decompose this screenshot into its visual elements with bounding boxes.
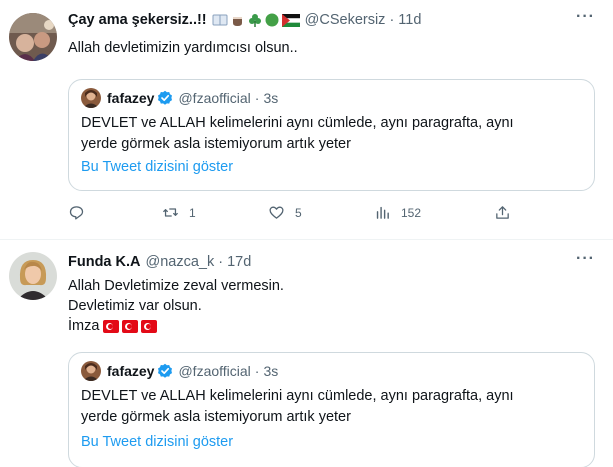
- more-options-button[interactable]: ···: [576, 250, 595, 268]
- author-name[interactable]: Funda K.A: [68, 254, 141, 270]
- quoted-avatar: [81, 88, 101, 108]
- reply-icon: [69, 206, 84, 220]
- tweet[interactable]: Funda K.A @nazca_k · 17d ··· Allah Devle…: [0, 241, 613, 467]
- verified-badge-icon: [157, 90, 173, 106]
- tweet[interactable]: Çay ama şekersiz..!! @CSekersiz · 11d ··…: [0, 0, 613, 240]
- turkey-flag-emoji: [122, 319, 139, 333]
- tweet-text: Allah Devletimize zeval vermesin. Devlet…: [68, 276, 284, 336]
- quoted-author-name: fafazey: [107, 363, 155, 379]
- green-circle-emoji: [265, 13, 279, 27]
- share-icon: [496, 206, 509, 219]
- turkey-flag-emoji: [141, 319, 158, 333]
- tweet-text-line-signature: İmza: [68, 316, 284, 336]
- quoted-avatar: [81, 361, 101, 381]
- palestine-flag-emoji: [281, 13, 300, 27]
- separator-dot: ·: [254, 363, 260, 379]
- quoted-author-handle: @fzaofficial: [178, 90, 251, 106]
- avatar[interactable]: [9, 252, 57, 300]
- quoted-text-line: DEVLET ve ALLAH kelimelerini aynı cümled…: [81, 388, 514, 404]
- quoted-timestamp: 3s: [263, 363, 279, 379]
- views-chart-icon: [376, 206, 389, 219]
- quoted-tweet[interactable]: fafazey @fzaofficial · 3s DEVLET ve ALLA…: [68, 79, 595, 191]
- separator-dot: ·: [218, 254, 224, 270]
- views-count: 152: [401, 205, 422, 220]
- like-button[interactable]: 5: [268, 204, 302, 221]
- separator-dot: ·: [389, 12, 395, 28]
- tweet-text-line: Allah devletimizin yardımcısı olsun..: [68, 40, 298, 56]
- author-handle[interactable]: @nazca_k: [146, 254, 215, 270]
- reply-button[interactable]: [68, 204, 95, 221]
- timestamp[interactable]: 11d: [398, 12, 421, 28]
- timestamp[interactable]: 17d: [227, 254, 251, 270]
- quoted-text-line: yerde görmek asla istemiyorum artık yete…: [81, 408, 351, 425]
- author-emoji-strip: [212, 13, 300, 27]
- more-options-button[interactable]: ···: [576, 8, 595, 26]
- quoted-tweet-text: DEVLET ve ALLAH kelimelerini aynı cümled…: [81, 113, 514, 154]
- quoted-tweet[interactable]: fafazey @fzaofficial · 3s DEVLET ve ALLA…: [68, 352, 595, 467]
- quoted-tweet-header: fafazey @fzaofficial · 3s: [81, 88, 278, 108]
- quoted-author-handle: @fzaofficial: [178, 363, 251, 379]
- tweet-header: Funda K.A @nazca_k · 17d: [68, 254, 251, 270]
- coffee-emoji: [232, 17, 242, 26]
- shamrock-emoji: [248, 14, 261, 27]
- verified-badge-icon: [157, 363, 173, 379]
- quoted-tweet-text: DEVLET ve ALLAH kelimelerini aynı cümled…: [81, 386, 514, 427]
- quoted-text-line: yerde görmek asla istemiyorum artık yete…: [81, 135, 351, 152]
- avatar[interactable]: [9, 13, 57, 61]
- show-thread-link[interactable]: Bu Tweet dizisini göster: [81, 434, 233, 450]
- quoted-timestamp: 3s: [263, 90, 279, 106]
- tweet-text-line: Devletimiz var olsun.: [68, 298, 202, 314]
- quoted-author-name: fafazey: [107, 90, 155, 106]
- book-emoji: [212, 14, 228, 26]
- tweet-header: Çay ama şekersiz..!! @CSekersiz · 11d: [68, 12, 421, 28]
- like-count: 5: [295, 205, 302, 220]
- views-button[interactable]: 152: [374, 204, 421, 221]
- heart-icon: [269, 206, 284, 219]
- show-thread-link[interactable]: Bu Tweet dizisini göster: [81, 159, 233, 175]
- turkey-flag-emoji: [103, 319, 120, 333]
- flag-emojis: [103, 319, 158, 333]
- author-handle[interactable]: @CSekersiz: [305, 12, 386, 28]
- retweet-button[interactable]: 1: [162, 204, 196, 221]
- tweet-text-line: Allah Devletimize zeval vermesin.: [68, 278, 284, 294]
- retweet-icon: [163, 208, 178, 217]
- separator-dot: ·: [254, 90, 260, 106]
- author-name[interactable]: Çay ama şekersiz..!!: [68, 12, 207, 28]
- quoted-tweet-header: fafazey @fzaofficial · 3s: [81, 361, 278, 381]
- tweet-actions: 1 5 152: [68, 204, 518, 226]
- quoted-text-line: DEVLET ve ALLAH kelimelerini aynı cümled…: [81, 115, 514, 131]
- retweet-count: 1: [189, 205, 196, 220]
- tweet-text: Allah devletimizin yardımcısı olsun..: [68, 38, 298, 58]
- signature-text: İmza: [68, 318, 100, 334]
- share-button[interactable]: [494, 204, 511, 221]
